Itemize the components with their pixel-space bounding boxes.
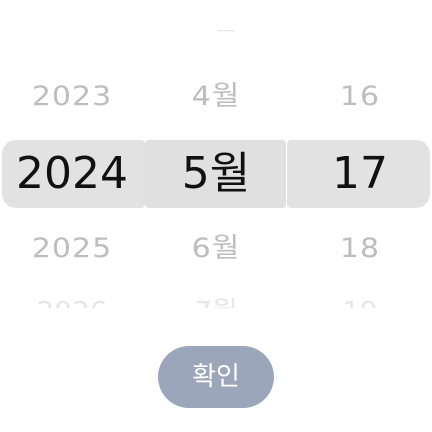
month-option-far-below[interactable]: 7월 [144,298,288,308]
year-option-above[interactable]: 2023 [0,83,144,111]
confirm-button[interactable]: 확인 [158,346,274,408]
month-option-below[interactable]: 6월 [144,235,288,263]
month-option-far-above[interactable]: 3월 [144,30,288,42]
day-selected[interactable]: 17 [288,152,432,196]
year-option-far-below[interactable]: 2026 [0,298,144,308]
month-option-above[interactable]: 4월 [144,83,288,111]
day-option-below[interactable]: 18 [288,235,432,263]
day-option-above[interactable]: 16 [288,83,432,111]
year-option-far-above[interactable]: 2022 [0,30,144,42]
year-selected[interactable]: 2024 [0,152,144,196]
day-option-far-above[interactable]: 15 [288,30,432,42]
day-option-far-below[interactable]: 19 [288,298,432,308]
date-picker[interactable]: 2022 2023 2024 2025 2026 3월 4월 5월 6월 7월 … [0,0,432,320]
month-selected[interactable]: 5월 [144,152,288,196]
year-option-below[interactable]: 2025 [0,235,144,263]
